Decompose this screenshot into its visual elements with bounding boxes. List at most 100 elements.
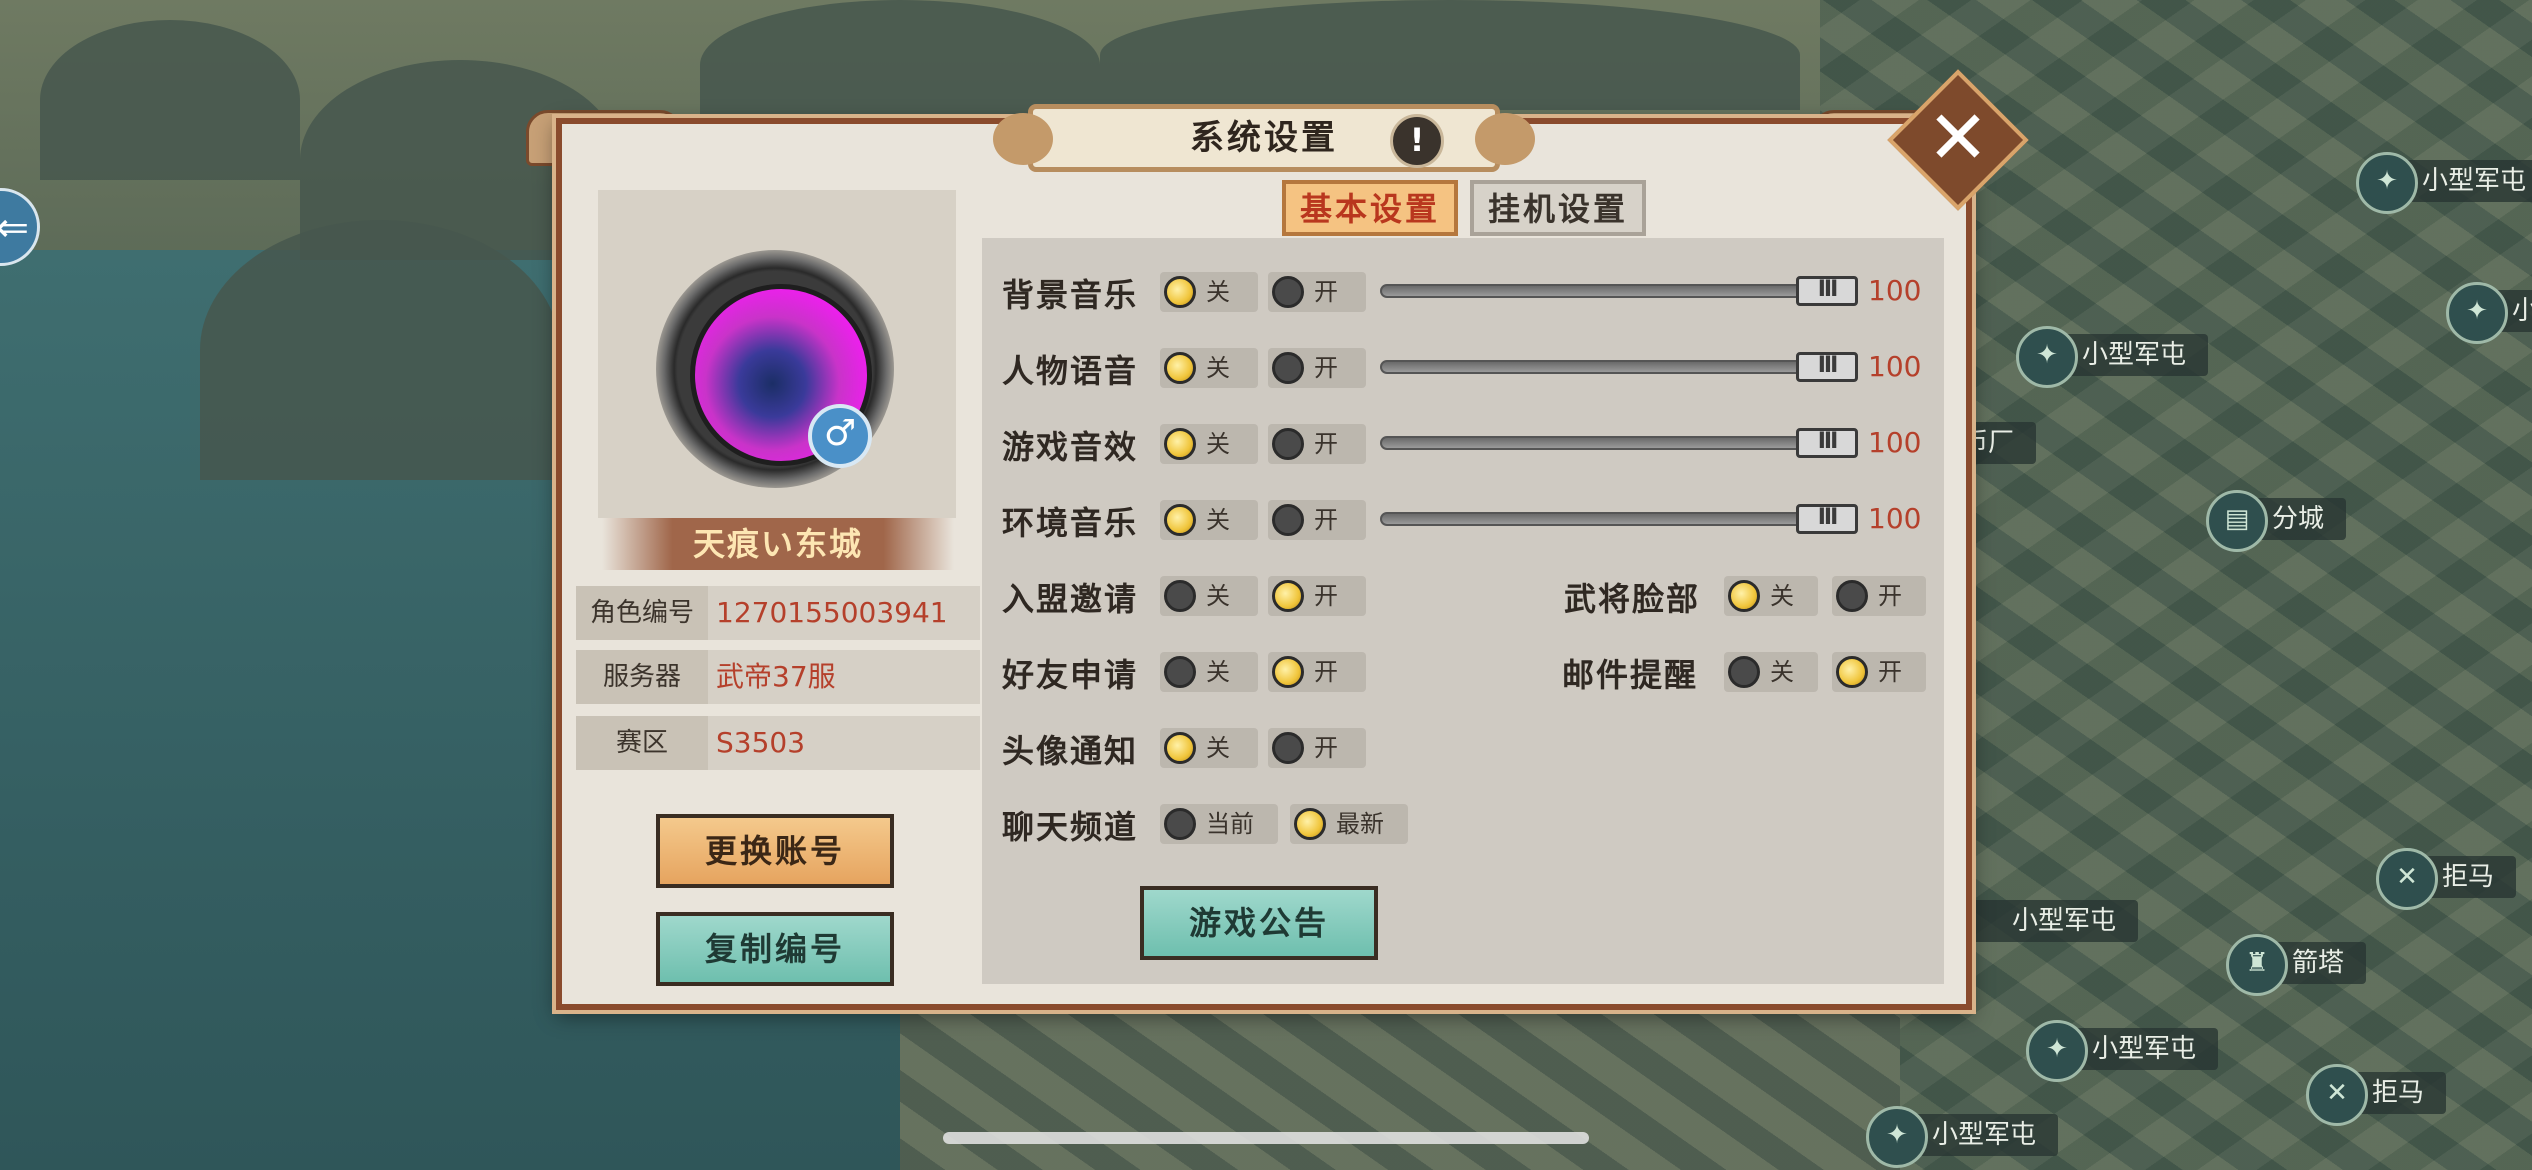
friend-request-on-radio[interactable]: 开 — [1268, 652, 1366, 692]
chat-channel-label: 聊天频道 — [1002, 808, 1139, 846]
tab-basic-settings[interactable]: 基本设置 — [1282, 180, 1458, 236]
map-marker[interactable]: ✦ 小型军屯 — [1866, 1106, 2059, 1168]
radio-dot — [1272, 276, 1304, 308]
camp-icon: ✦ — [2016, 326, 2078, 388]
radio-dot — [1164, 580, 1196, 612]
camp-icon: ✦ — [2356, 152, 2418, 214]
chat-channel-latest-radio[interactable]: 最新 — [1290, 804, 1408, 844]
radio-dot — [1272, 656, 1304, 688]
map-marker[interactable]: ✦ 小 — [2446, 282, 2532, 344]
voice-volume-value: 100 — [1868, 350, 1922, 383]
tab-idle-settings[interactable]: 挂机设置 — [1470, 180, 1646, 236]
radio-dot — [1294, 808, 1326, 840]
avatar-notice-off-radio[interactable]: 关 — [1160, 728, 1258, 768]
close-icon[interactable]: ✕ — [1908, 88, 2008, 188]
general-face-on-radio[interactable]: 开 — [1832, 576, 1926, 616]
general-face-off-radio[interactable]: 关 — [1724, 576, 1818, 616]
city-icon: ▤ — [2206, 490, 2268, 552]
radio-dot — [1164, 276, 1196, 308]
sfx-label: 游戏音效 — [1002, 428, 1139, 466]
general-face-label: 武将脸部 — [1564, 580, 1701, 618]
radio-dot — [1164, 808, 1196, 840]
info-row-zone: 赛区 S3503 — [576, 716, 980, 770]
player-name: 天痕い东城 — [602, 518, 954, 570]
map-marker[interactable]: ✕ 拒马 — [2306, 1064, 2447, 1126]
avatar-notice-label: 头像通知 — [1002, 732, 1139, 770]
alliance-invite-label: 入盟邀请 — [1002, 580, 1139, 618]
radio-dot — [1272, 428, 1304, 460]
radio-dot — [1272, 580, 1304, 612]
radio-dot — [1164, 656, 1196, 688]
mail-reminder-label: 邮件提醒 — [1562, 656, 1699, 694]
friend-request-off-radio[interactable]: 关 — [1160, 652, 1258, 692]
ambient-label: 环境音乐 — [1002, 504, 1139, 542]
sfx-volume-slider[interactable] — [1380, 436, 1856, 450]
bgm-on-radio[interactable]: 开 — [1268, 272, 1366, 312]
radio-dot — [1164, 352, 1196, 384]
voice-volume-slider[interactable] — [1380, 360, 1856, 374]
ambient-slider-handle[interactable]: III — [1796, 504, 1858, 534]
barrier-icon: ✕ — [2376, 848, 2438, 910]
alliance-invite-on-radio[interactable]: 开 — [1268, 576, 1366, 616]
ambient-volume-value: 100 — [1868, 502, 1922, 535]
radio-dot — [1836, 656, 1868, 688]
radio-dot — [1836, 580, 1868, 612]
mountain — [40, 20, 300, 180]
friend-request-label: 好友申请 — [1002, 656, 1139, 694]
map-marker[interactable]: ♜ 箭塔 — [2226, 934, 2367, 996]
bgm-off-radio[interactable]: 关 — [1160, 272, 1258, 312]
mail-reminder-off-radio[interactable]: 关 — [1724, 652, 1818, 692]
mountain — [200, 220, 560, 480]
info-row-server: 服务器 武帝37服 — [576, 650, 980, 704]
radio-dot — [1164, 428, 1196, 460]
ambient-off-radio[interactable]: 关 — [1160, 500, 1258, 540]
info-value: 1270155003941 — [716, 596, 948, 629]
sfx-slider-handle[interactable]: III — [1796, 428, 1858, 458]
camp-icon: ✦ — [2026, 1020, 2088, 1082]
voice-on-radio[interactable]: 开 — [1268, 348, 1366, 388]
radio-dot — [1272, 352, 1304, 384]
copy-id-button[interactable]: 复制编号 — [656, 912, 894, 986]
avatar-notice-on-radio[interactable]: 开 — [1268, 728, 1366, 768]
sfx-on-radio[interactable]: 开 — [1268, 424, 1366, 464]
game-notice-button[interactable]: 游戏公告 — [1140, 886, 1378, 960]
voice-off-radio[interactable]: 关 — [1160, 348, 1258, 388]
info-row-role-id: 角色编号 1270155003941 — [576, 586, 980, 640]
barrier-icon: ✕ — [2306, 1064, 2368, 1126]
ambient-volume-slider[interactable] — [1380, 512, 1856, 526]
male-gender-icon: ♂ — [808, 404, 872, 468]
info-label: 赛区 — [576, 716, 708, 770]
tower-icon: ♜ — [2226, 934, 2288, 996]
info-value: 武帝37服 — [716, 660, 836, 693]
radio-dot — [1272, 732, 1304, 764]
info-label: 服务器 — [576, 650, 708, 704]
ambient-on-radio[interactable]: 开 — [1268, 500, 1366, 540]
map-marker[interactable]: ✦ 小型军屯 — [2356, 152, 2532, 214]
radio-dot — [1728, 656, 1760, 688]
home-indicator[interactable] — [943, 1132, 1589, 1144]
voice-slider-handle[interactable]: III — [1796, 352, 1858, 382]
sfx-volume-value: 100 — [1868, 426, 1922, 459]
bgm-volume-value: 100 — [1868, 274, 1922, 307]
map-marker[interactable]: ✦ 小型军屯 — [2016, 326, 2209, 388]
map-marker[interactable]: ✕ 拒马 — [2376, 848, 2517, 910]
mountain — [1100, 0, 1800, 110]
map-marker[interactable]: ▤ 分城 — [2206, 490, 2347, 552]
radio-dot — [1728, 580, 1760, 612]
map-marker[interactable]: 小型军屯 — [1960, 900, 2139, 942]
bgm-volume-slider[interactable] — [1380, 284, 1856, 298]
radio-dot — [1272, 504, 1304, 536]
camp-icon: ✦ — [1866, 1106, 1928, 1168]
voice-label: 人物语音 — [1002, 352, 1139, 390]
alliance-invite-off-radio[interactable]: 关 — [1160, 576, 1258, 616]
mail-reminder-on-radio[interactable]: 开 — [1832, 652, 1926, 692]
chat-channel-current-radio[interactable]: 当前 — [1160, 804, 1278, 844]
map-marker[interactable]: ✦ 小型军屯 — [2026, 1020, 2219, 1082]
bgm-label: 背景音乐 — [1002, 276, 1139, 314]
info-value: S3503 — [716, 726, 806, 759]
bgm-slider-handle[interactable]: III — [1796, 276, 1858, 306]
info-icon[interactable]: ! — [1390, 114, 1444, 168]
sfx-off-radio[interactable]: 关 — [1160, 424, 1258, 464]
radio-dot — [1164, 504, 1196, 536]
switch-account-button[interactable]: 更换账号 — [656, 814, 894, 888]
